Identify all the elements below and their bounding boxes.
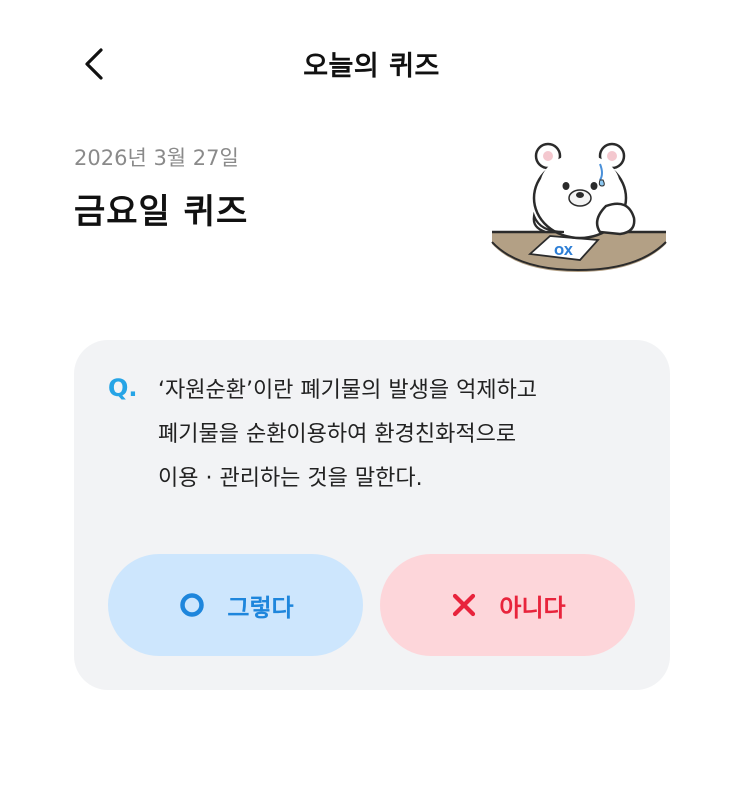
question-line: ‘자원순환’이란 폐기물의 발생을 억제하고 — [158, 378, 538, 403]
ox-sheet-text: OX — [554, 244, 574, 258]
app-header: 오늘의 퀴즈 — [0, 0, 743, 126]
answer-yes-button[interactable]: 그렇다 — [108, 554, 363, 656]
x-mark-icon — [449, 590, 479, 620]
question-text: ‘자원순환’이란 폐기물의 발생을 억제하고 폐기물을 순환이용하여 환경친화적… — [158, 369, 638, 501]
page-title: 오늘의 퀴즈 — [303, 51, 440, 82]
quiz-card: Q. ‘자원순환’이란 폐기물의 발생을 억제하고 폐기물을 순환이용하여 환경… — [74, 340, 670, 690]
polar-bear-mascot-illustration: OX — [491, 142, 667, 272]
question-line: 이용 · 관리하는 것을 말한다. — [158, 466, 423, 491]
answer-no-button[interactable]: 아니다 — [380, 554, 635, 656]
circle-o-icon — [177, 590, 207, 620]
question-prefix: Q. — [108, 374, 138, 402]
answer-no-label: 아니다 — [499, 593, 566, 622]
quiz-title: 금요일 퀴즈 — [74, 192, 249, 232]
quiz-date: 2026년 3월 27일 — [74, 146, 239, 170]
question-line: 폐기물을 순환이용하여 환경친화적으로 — [158, 422, 517, 447]
answer-yes-label: 그렇다 — [227, 593, 294, 622]
